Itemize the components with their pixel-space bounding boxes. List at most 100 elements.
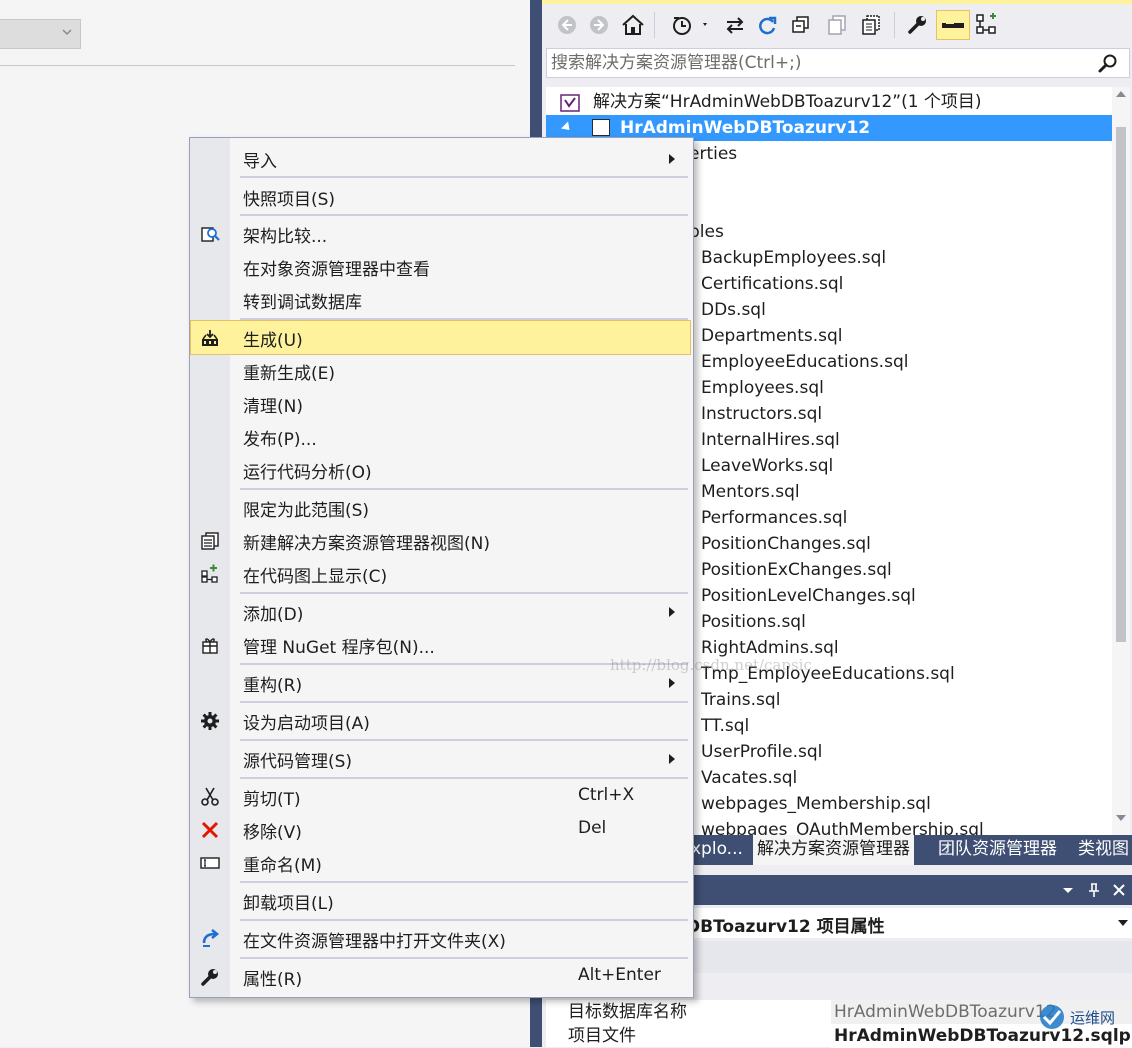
wrench-icon bbox=[201, 969, 218, 986]
file-label: BackupEmployees.sql bbox=[701, 248, 887, 268]
history-icon[interactable] bbox=[668, 10, 712, 40]
file-label: Trains.sql bbox=[701, 690, 781, 710]
menu-item-source-control[interactable]: 源代码管理(S) bbox=[191, 742, 690, 775]
expanded-arrow-icon[interactable] bbox=[560, 121, 574, 134]
menu-item-publish[interactable]: 发布(P)... bbox=[191, 420, 690, 453]
menu-item-rebuild[interactable]: 重新生成(E) bbox=[191, 354, 690, 387]
menu-item-run-code-analysis[interactable]: 运行代码分析(O) bbox=[191, 453, 690, 486]
back-icon[interactable] bbox=[552, 10, 582, 40]
menu-item-set-startup[interactable]: 设为启动项目(A) bbox=[191, 704, 690, 737]
menu-item-rename[interactable]: 重命名(M) bbox=[191, 846, 690, 879]
properties-wrench-icon[interactable] bbox=[902, 10, 932, 40]
tree-node-label: erties bbox=[689, 144, 738, 164]
menu-item-shortcut: Alt+Enter bbox=[578, 965, 661, 985]
menu-item-label: 新建解决方案资源管理器视图(N) bbox=[243, 534, 490, 554]
menu-item-label: 转到调试数据库 bbox=[243, 293, 362, 313]
site-logo: 运维网 bbox=[1040, 1005, 1115, 1029]
scroll-up-icon[interactable] bbox=[1116, 91, 1126, 97]
file-label: InternalHires.sql bbox=[701, 430, 840, 450]
menu-separator bbox=[240, 701, 688, 703]
menu-item-add[interactable]: 添加(D) bbox=[191, 595, 690, 628]
menu-item-go-to-debug-db[interactable]: 转到调试数据库 bbox=[191, 283, 690, 316]
forward-icon[interactable] bbox=[584, 10, 614, 40]
menu-separator bbox=[240, 488, 688, 490]
collapse-all-icon[interactable] bbox=[786, 10, 816, 40]
show-all-files-icon[interactable] bbox=[856, 10, 886, 40]
property-name: 目标数据库名称 bbox=[568, 1002, 687, 1022]
tab-explorer[interactable]: xplo... bbox=[687, 835, 747, 865]
menu-item-snapshot[interactable]: 快照项目(S) bbox=[191, 180, 690, 213]
tab-solution-explorer[interactable]: 解决方案资源管理器 bbox=[753, 835, 914, 865]
tab-label: 类视图 bbox=[1078, 839, 1129, 859]
tree-node-solution[interactable]: 解决方案“HrAdminWebDBToazurv12”(1 个项目) bbox=[546, 89, 1112, 115]
menu-separator bbox=[240, 318, 688, 320]
code-map-icon[interactable] bbox=[972, 10, 1002, 40]
menu-item-unload[interactable]: 卸载项目(L) bbox=[191, 884, 690, 917]
solution-search-box[interactable] bbox=[546, 48, 1130, 78]
open-folder-arrow-icon bbox=[202, 929, 220, 947]
selected-object-label: DBToazurv12 项目属性 bbox=[686, 917, 885, 937]
file-label: EmployeeEducations.sql bbox=[701, 352, 909, 372]
menu-item-label: 快照项目(S) bbox=[243, 190, 336, 210]
menu-separator bbox=[240, 919, 688, 921]
scroll-down-icon[interactable] bbox=[1116, 815, 1126, 821]
dropdown-arrow-icon[interactable] bbox=[1059, 881, 1077, 899]
menu-item-label: 重新生成(E) bbox=[243, 364, 336, 384]
tab-class-view[interactable]: 类视图 bbox=[1074, 835, 1132, 865]
chevron-down-icon[interactable] bbox=[1118, 920, 1128, 926]
menu-item-open-folder[interactable]: 在文件资源管理器中打开文件夹(X) bbox=[191, 922, 690, 955]
menu-separator bbox=[240, 777, 688, 779]
menu-separator bbox=[240, 957, 688, 959]
menu-item-cut[interactable]: 剪切(T) Ctrl+X bbox=[191, 780, 690, 813]
database-project-icon bbox=[592, 119, 610, 136]
file-label: Instructors.sql bbox=[701, 404, 823, 424]
file-label: Vacates.sql bbox=[701, 768, 798, 788]
file-label: LeaveWorks.sql bbox=[701, 456, 834, 476]
code-map-icon bbox=[201, 564, 218, 583]
build-icon bbox=[202, 330, 218, 346]
file-label: UserProfile.sql bbox=[701, 742, 823, 762]
search-input[interactable] bbox=[551, 51, 1081, 75]
menu-item-label: 属性(R) bbox=[243, 970, 303, 990]
search-icon[interactable] bbox=[1097, 53, 1119, 75]
watermark-text: http://blog.csdn.net/capsic bbox=[610, 656, 812, 674]
solution-icon bbox=[560, 94, 580, 112]
tree-node-label: 解决方案“HrAdminWebDBToazurv12”(1 个项目) bbox=[593, 92, 982, 112]
menu-item-label: 在对象资源管理器中查看 bbox=[243, 260, 430, 280]
menu-item-label: 限定为此范围(S) bbox=[243, 501, 370, 521]
file-label: Departments.sql bbox=[701, 326, 843, 346]
menu-item-clean[interactable]: 清理(N) bbox=[191, 387, 690, 420]
copy-icon[interactable] bbox=[822, 10, 852, 40]
close-icon[interactable] bbox=[1110, 881, 1128, 899]
menu-item-build[interactable]: 生成(U) bbox=[190, 320, 691, 355]
menu-item-label: 源代码管理(S) bbox=[243, 752, 353, 772]
home-icon[interactable] bbox=[618, 10, 648, 40]
sync-icon[interactable] bbox=[720, 10, 750, 40]
menu-item-scope-to-this[interactable]: 限定为此范围(S) bbox=[191, 491, 690, 524]
file-label: PositionExChanges.sql bbox=[701, 560, 892, 580]
tab-label: 解决方案资源管理器 bbox=[757, 839, 910, 859]
editor-dropdown[interactable] bbox=[0, 19, 81, 49]
menu-item-remove[interactable]: 移除(V) Del bbox=[191, 813, 690, 846]
file-label: PositionChanges.sql bbox=[701, 534, 871, 554]
menu-item-properties[interactable]: 属性(R) Alt+Enter bbox=[191, 960, 690, 993]
menu-item-show-on-code-map[interactable]: 在代码图上显示(C) bbox=[191, 557, 690, 590]
menu-item-shortcut: Del bbox=[578, 818, 607, 838]
menu-item-schema-compare[interactable]: 架构比较... bbox=[191, 217, 690, 250]
pin-icon[interactable] bbox=[1085, 881, 1103, 899]
scrollbar-thumb[interactable] bbox=[1116, 127, 1126, 642]
menu-item-new-se-view[interactable]: 新建解决方案资源管理器视图(N) bbox=[191, 524, 690, 557]
tab-team-explorer[interactable]: 团队资源管理器 bbox=[934, 835, 1061, 865]
preview-pin-icon[interactable] bbox=[936, 10, 970, 40]
menu-item-label: 设为启动项目(A) bbox=[243, 714, 370, 734]
file-label: TT.sql bbox=[701, 716, 750, 736]
file-label: webpages_OAuthMembership.sql bbox=[701, 820, 984, 835]
file-label: Certifications.sql bbox=[701, 274, 844, 294]
refresh-icon[interactable] bbox=[752, 10, 782, 40]
menu-item-view-in-object-explorer[interactable]: 在对象资源管理器中查看 bbox=[191, 250, 690, 283]
menu-item-label: 卸载项目(L) bbox=[243, 894, 334, 914]
menu-item-label: 重命名(M) bbox=[243, 856, 322, 876]
menu-item-label: 发布(P)... bbox=[243, 430, 317, 450]
tree-scrollbar[interactable] bbox=[1112, 87, 1130, 835]
menu-item-import[interactable]: 导入 bbox=[191, 142, 690, 175]
